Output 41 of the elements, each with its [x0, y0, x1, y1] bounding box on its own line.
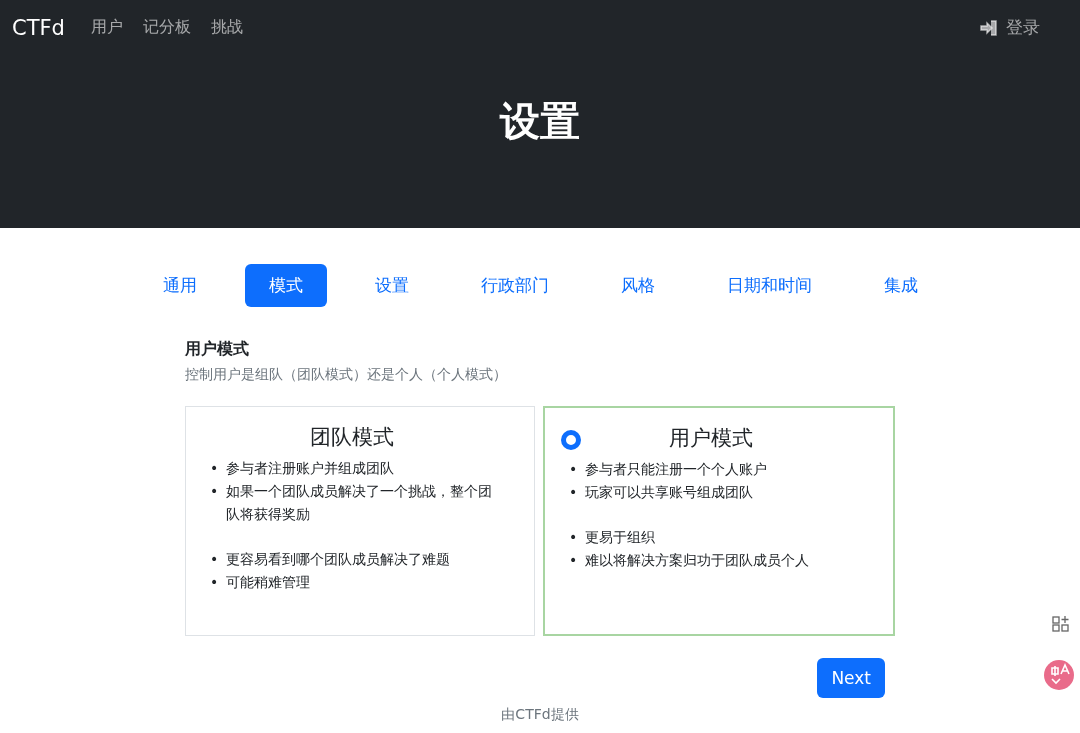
mode-card[interactable]: 团队模式 • 参与者注册账户并组成团队 • 如果一个团队成员解决了一个挑战，整个团队将获得奖励 • 更容易看到哪个团队成员解决了难题 • 可能稍难管理 — [185, 406, 535, 636]
bullet: • — [569, 551, 578, 570]
footer-text: 由CTFd提供 — [500, 706, 580, 724]
bullet: • — [210, 550, 219, 569]
list-item: 如果一个团队成员解决了一个挑战，整个团队将获得奖励 — [226, 482, 494, 524]
settings-tab[interactable]: 设置 — [350, 264, 433, 307]
sign-in-icon — [980, 19, 998, 36]
settings-tab[interactable]: 行政部门 — [456, 264, 573, 307]
next-button[interactable]: Next — [817, 658, 885, 698]
brand-link[interactable]: CTFd — [12, 15, 65, 40]
nav-link[interactable]: 用户 — [90, 17, 123, 38]
list-item: 更易于组织 — [585, 528, 656, 547]
grid-icon[interactable] — [1052, 615, 1070, 633]
page-title: 设置 — [500, 97, 580, 146]
nav-link[interactable]: 记分板 — [142, 17, 191, 38]
list-item: 更容易看到哪个团队成员解决了难题 — [226, 550, 451, 569]
bullet: • — [569, 483, 578, 502]
section-heading: 用户模式 — [185, 339, 250, 360]
section-description: 控制用户是组队（团队模式）还是个人（个人模式） — [185, 366, 508, 384]
settings-tab[interactable]: 风格 — [596, 264, 679, 307]
settings-tab[interactable]: 通用 — [138, 264, 221, 307]
nav-link[interactable]: 挑战 — [210, 17, 243, 38]
list-item: 玩家可以共享账号组成团队 — [585, 483, 754, 502]
list-item: 难以将解决方案归功于团队成员个人 — [585, 551, 810, 570]
settings-tab[interactable]: 模式 — [244, 264, 327, 307]
login-link[interactable]: 登录 — [980, 16, 1040, 39]
translate-icon[interactable] — [1044, 660, 1074, 690]
card-title: 用户模式 — [668, 425, 754, 452]
bullet: • — [210, 573, 219, 592]
radio-button[interactable] — [561, 430, 581, 450]
mode-card[interactable]: 用户模式 • 参与者只能注册一个个人账户 • 玩家可以共享账号组成团队 • 更易于组织 • 难以将解决方案归功于团队成员个人 — [543, 406, 895, 636]
card-title: 团队模式 — [309, 424, 395, 451]
bullet: • — [569, 528, 578, 547]
bullet: • — [210, 482, 219, 501]
list-item: 可能稍难管理 — [226, 573, 311, 592]
list-item: 参与者只能注册一个个人账户 — [585, 460, 768, 479]
list-item: 参与者注册账户并组成团队 — [226, 459, 395, 478]
settings-tab[interactable]: 集成 — [859, 264, 942, 307]
bullet: • — [210, 459, 219, 478]
bullet: • — [569, 460, 578, 479]
settings-tab[interactable]: 日期和时间 — [702, 264, 836, 307]
